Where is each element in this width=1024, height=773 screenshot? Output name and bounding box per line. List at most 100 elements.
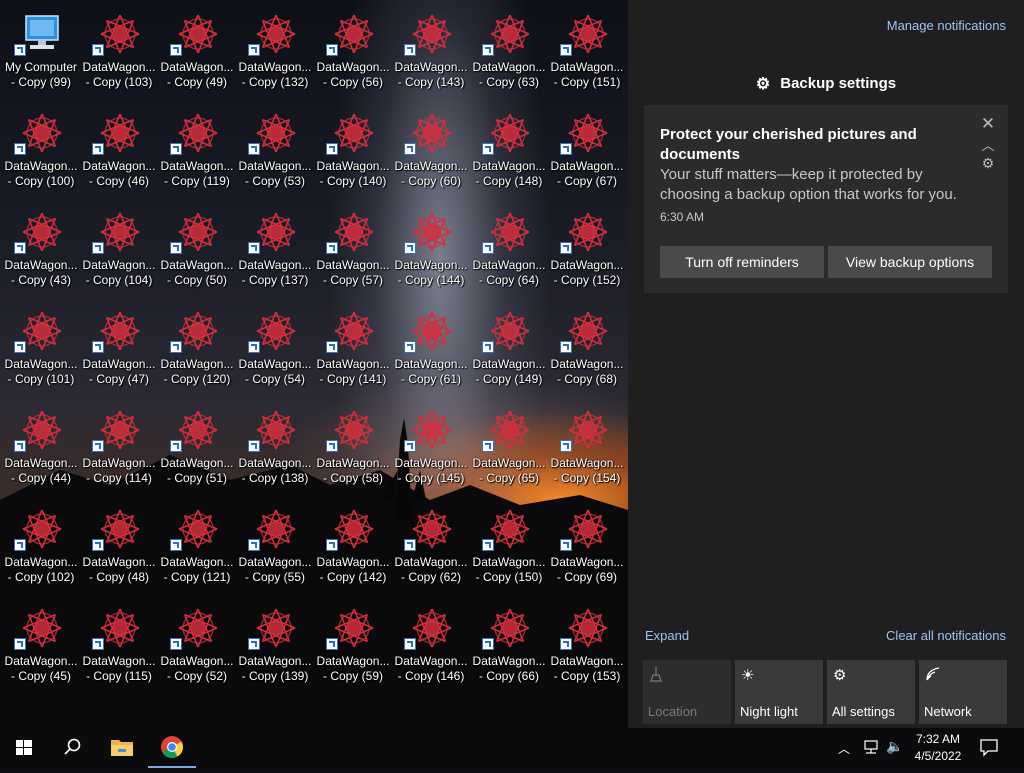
desktop-icon-label: DataWagon... - Copy (54) xyxy=(238,357,312,386)
chevron-up-icon[interactable]: ︿ xyxy=(980,135,996,154)
desktop-icon-datawagon[interactable]: My Computer - Copy (99) xyxy=(2,6,80,105)
network-tray-icon[interactable] xyxy=(862,738,880,761)
shortcut-arrow-icon xyxy=(326,539,338,551)
desktop-icon-datawagon[interactable]: DataWagon... - Copy (150) xyxy=(470,501,548,600)
shortcut-arrow-icon xyxy=(170,242,182,254)
desktop-icon-datawagon[interactable]: DataWagon... - Copy (47) xyxy=(80,303,158,402)
desktop-icon-datawagon[interactable]: DataWagon... - Copy (141) xyxy=(314,303,392,402)
show-hidden-icons-chevron-icon[interactable]: ︿ xyxy=(838,740,850,757)
desktop-icon-datawagon[interactable]: DataWagon... - Copy (66) xyxy=(470,600,548,699)
desktop-icon-datawagon[interactable]: DataWagon... - Copy (65) xyxy=(470,402,548,501)
desktop-icon-datawagon[interactable]: DataWagon... - Copy (146) xyxy=(392,600,470,699)
desktop-icon-datawagon[interactable]: DataWagon... - Copy (54) xyxy=(236,303,314,402)
desktop-icon-datawagon[interactable]: DataWagon... - Copy (64) xyxy=(470,204,548,303)
desktop-icon-datawagon[interactable]: DataWagon... - Copy (56) xyxy=(314,6,392,105)
desktop-icon-datawagon[interactable]: DataWagon... - Copy (102) xyxy=(2,501,80,600)
desktop-icon-datawagon[interactable]: DataWagon... - Copy (46) xyxy=(80,105,158,204)
datawagon-icon xyxy=(254,210,298,254)
volume-icon[interactable]: 🔈 xyxy=(886,738,903,755)
quick-action-location[interactable]: Location xyxy=(643,660,731,724)
desktop-icon-label: DataWagon... - Copy (67) xyxy=(550,159,624,188)
desktop-icon-datawagon[interactable]: DataWagon... - Copy (61) xyxy=(392,303,470,402)
shortcut-arrow-icon xyxy=(92,638,104,650)
expand-link[interactable]: Expand xyxy=(645,628,689,643)
action-center-notification-icon[interactable] xyxy=(978,736,1000,763)
quick-action-label: Night light xyxy=(740,704,798,719)
desktop-icon-datawagon[interactable]: DataWagon... - Copy (104) xyxy=(80,204,158,303)
notification-time: 6:30 AM xyxy=(660,210,705,224)
start-button[interactable] xyxy=(0,728,48,768)
quick-action-all-settings[interactable]: ⚙ All settings xyxy=(827,660,915,724)
desktop-icon-datawagon[interactable]: DataWagon... - Copy (103) xyxy=(80,6,158,105)
desktop-icon-datawagon[interactable]: DataWagon... - Copy (50) xyxy=(158,204,236,303)
desktop-icon-datawagon[interactable]: DataWagon... - Copy (121) xyxy=(158,501,236,600)
chrome-button[interactable] xyxy=(148,728,196,768)
desktop-icon-datawagon[interactable]: DataWagon... - Copy (60) xyxy=(392,105,470,204)
desktop-icon-label: DataWagon... - Copy (146) xyxy=(394,654,468,683)
desktop-icon-datawagon[interactable]: DataWagon... - Copy (55) xyxy=(236,501,314,600)
desktop-icon-datawagon[interactable]: DataWagon... - Copy (57) xyxy=(314,204,392,303)
desktop-icon-datawagon[interactable]: DataWagon... - Copy (154) xyxy=(548,402,626,501)
desktop-icon-datawagon[interactable]: DataWagon... - Copy (63) xyxy=(470,6,548,105)
desktop-icon-datawagon[interactable]: DataWagon... - Copy (153) xyxy=(548,600,626,699)
datawagon-icon xyxy=(410,111,454,155)
desktop-icon-datawagon[interactable]: DataWagon... - Copy (115) xyxy=(80,600,158,699)
datawagon-icon xyxy=(20,309,64,353)
desktop-icon-label: DataWagon... - Copy (52) xyxy=(160,654,234,683)
desktop-icon-label: DataWagon... - Copy (100) xyxy=(4,159,78,188)
desktop-icon-datawagon[interactable]: DataWagon... - Copy (114) xyxy=(80,402,158,501)
desktop-icon-datawagon[interactable]: DataWagon... - Copy (69) xyxy=(548,501,626,600)
desktop-icon-label: DataWagon... - Copy (65) xyxy=(472,456,546,485)
desktop-icon-datawagon[interactable]: DataWagon... - Copy (152) xyxy=(548,204,626,303)
notification-group-header[interactable]: ⚙ Backup settings xyxy=(628,74,1024,94)
desktop-icon-datawagon[interactable]: DataWagon... - Copy (43) xyxy=(2,204,80,303)
shortcut-arrow-icon xyxy=(560,638,572,650)
datawagon-icon xyxy=(332,210,376,254)
desktop-icon-datawagon[interactable]: DataWagon... - Copy (51) xyxy=(158,402,236,501)
manage-notifications-link[interactable]: Manage notifications xyxy=(887,18,1006,33)
desktop-icon-datawagon[interactable]: DataWagon... - Copy (101) xyxy=(2,303,80,402)
desktop-icon-datawagon[interactable]: DataWagon... - Copy (139) xyxy=(236,600,314,699)
desktop-icon-datawagon[interactable]: DataWagon... - Copy (62) xyxy=(392,501,470,600)
desktop-icon-datawagon[interactable]: DataWagon... - Copy (58) xyxy=(314,402,392,501)
taskbar-clock[interactable]: 7:32 AM 4/5/2022 xyxy=(910,731,966,765)
file-explorer-button[interactable] xyxy=(98,728,146,768)
quick-action-night-light[interactable]: ☀ Night light xyxy=(735,660,823,724)
desktop-icon-datawagon[interactable]: DataWagon... - Copy (45) xyxy=(2,600,80,699)
turn-off-reminders-button[interactable]: Turn off reminders xyxy=(660,246,824,278)
desktop-icon-datawagon[interactable]: DataWagon... - Copy (143) xyxy=(392,6,470,105)
desktop-icon-datawagon[interactable]: DataWagon... - Copy (151) xyxy=(548,6,626,105)
desktop-icon-datawagon[interactable]: DataWagon... - Copy (119) xyxy=(158,105,236,204)
desktop-icon-datawagon[interactable]: DataWagon... - Copy (53) xyxy=(236,105,314,204)
desktop-icon-datawagon[interactable]: DataWagon... - Copy (148) xyxy=(470,105,548,204)
desktop-icon-datawagon[interactable]: DataWagon... - Copy (67) xyxy=(548,105,626,204)
backup-notification[interactable]: Protect your cherished pictures and docu… xyxy=(644,105,1008,293)
desktop-icon-datawagon[interactable]: DataWagon... - Copy (44) xyxy=(2,402,80,501)
gear-icon[interactable]: ⚙ xyxy=(980,155,996,172)
clear-all-notifications-link[interactable]: Clear all notifications xyxy=(886,628,1006,643)
desktop-icon-datawagon[interactable]: DataWagon... - Copy (59) xyxy=(314,600,392,699)
close-icon[interactable]: ✕ xyxy=(980,114,996,134)
quick-action-network[interactable]: Network xyxy=(919,660,1007,724)
desktop-icon-datawagon[interactable]: DataWagon... - Copy (132) xyxy=(236,6,314,105)
desktop-icon-datawagon[interactable]: DataWagon... - Copy (138) xyxy=(236,402,314,501)
desktop-icon-label: DataWagon... - Copy (102) xyxy=(4,555,78,584)
desktop-icon-datawagon[interactable]: DataWagon... - Copy (100) xyxy=(2,105,80,204)
desktop[interactable]: My Computer - Copy (99) DataWagon... - Copy… xyxy=(0,0,628,728)
search-button[interactable] xyxy=(48,728,96,768)
desktop-icon-datawagon[interactable]: DataWagon... - Copy (120) xyxy=(158,303,236,402)
view-backup-options-button[interactable]: View backup options xyxy=(828,246,992,278)
datawagon-icon xyxy=(20,606,64,650)
desktop-icon-datawagon[interactable]: DataWagon... - Copy (140) xyxy=(314,105,392,204)
desktop-icon-datawagon[interactable]: DataWagon... - Copy (149) xyxy=(470,303,548,402)
desktop-icon-datawagon[interactable]: DataWagon... - Copy (142) xyxy=(314,501,392,600)
desktop-icon-datawagon[interactable]: DataWagon... - Copy (145) xyxy=(392,402,470,501)
desktop-icon-datawagon[interactable]: DataWagon... - Copy (48) xyxy=(80,501,158,600)
desktop-icon-datawagon[interactable]: DataWagon... - Copy (49) xyxy=(158,6,236,105)
desktop-icon-datawagon[interactable]: DataWagon... - Copy (137) xyxy=(236,204,314,303)
datawagon-icon xyxy=(410,12,454,56)
desktop-icon-datawagon[interactable]: DataWagon... - Copy (68) xyxy=(548,303,626,402)
desktop-icon-datawagon[interactable]: DataWagon... - Copy (144) xyxy=(392,204,470,303)
desktop-icon-label: DataWagon... - Copy (154) xyxy=(550,456,624,485)
desktop-icon-datawagon[interactable]: DataWagon... - Copy (52) xyxy=(158,600,236,699)
